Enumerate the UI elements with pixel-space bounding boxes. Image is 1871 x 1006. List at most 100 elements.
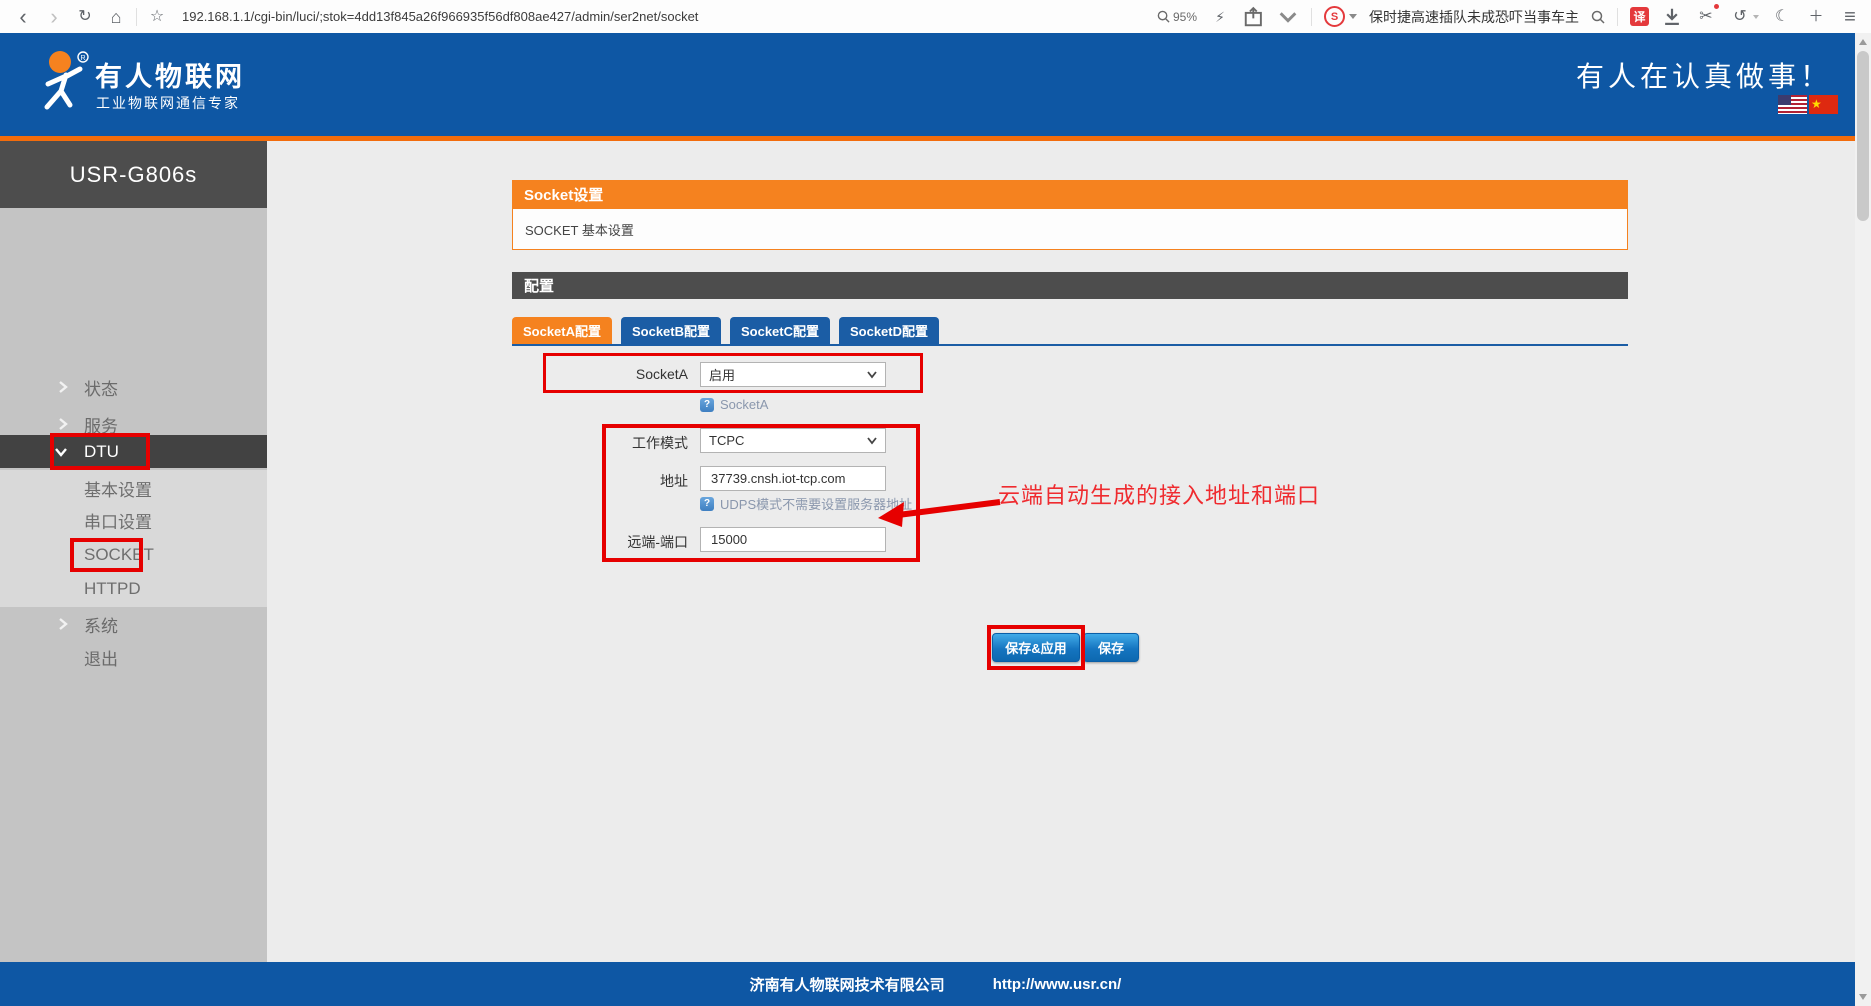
workmode-selected-value: TCPC xyxy=(709,433,744,448)
divider xyxy=(1311,8,1312,26)
site-header: R 有人物联网 工业物联网通信专家 有人在认真做事！ ★ xyxy=(0,33,1871,141)
divider xyxy=(136,8,137,26)
hint-text: UDPS模式不需要设置服务器地址 xyxy=(720,494,912,513)
brand-subtitle: 工业物联网通信专家 xyxy=(96,93,240,113)
search-engine-button[interactable]: S xyxy=(1324,6,1357,27)
page: ‹ › ↻ ⌂ ☆ 192.168.1.1/cgi-bin/luci/;stok… xyxy=(0,0,1871,1006)
browser-toolbar: ‹ › ↻ ⌂ ☆ 192.168.1.1/cgi-bin/luci/;stok… xyxy=(0,0,1871,34)
sidebar-item-label: 基本设置 xyxy=(84,476,152,501)
remote-port-label: 远端-端口 xyxy=(538,532,688,552)
undo-icon: ↺ xyxy=(1729,6,1751,28)
scrollbar-thumb[interactable] xyxy=(1857,51,1869,221)
workmode-label: 工作模式 xyxy=(538,433,688,453)
divider xyxy=(1617,8,1618,26)
panel-title-bar: Socket设置 xyxy=(512,180,1628,208)
tab-socket-b[interactable]: SocketB配置 xyxy=(621,317,721,344)
home-icon[interactable]: ⌂ xyxy=(105,6,127,28)
footer-site-link[interactable]: http://www.usr.cn/ xyxy=(993,976,1122,993)
flag-cn-icon[interactable]: ★ xyxy=(1809,95,1838,114)
clip-scissors-icon[interactable]: ✂ xyxy=(1695,6,1717,28)
sidebar-item-logout[interactable]: 退出 xyxy=(0,640,267,674)
save-apply-button[interactable]: 保存&应用 xyxy=(992,633,1080,662)
chevron-right-icon xyxy=(58,417,68,431)
zoom-level-label: 95% xyxy=(1173,10,1197,24)
sidebar-item-label: 状态 xyxy=(84,375,118,400)
hint-text: SocketA xyxy=(720,397,768,412)
tab-socket-c[interactable]: SocketC配置 xyxy=(730,317,830,344)
sidebar-item-status[interactable]: 状态 xyxy=(0,370,267,404)
sidebar-item-system[interactable]: 系统 xyxy=(0,607,267,641)
night-mode-icon[interactable]: ☾ xyxy=(1771,6,1793,28)
chevron-right-icon xyxy=(58,617,68,631)
flash-icon[interactable]: ⚡ xyxy=(1209,6,1231,28)
page-zoom-control[interactable]: 95% xyxy=(1157,10,1197,24)
socketa-selected-value: 启用 xyxy=(709,365,735,384)
address-input[interactable] xyxy=(709,470,877,487)
sidebar-item-label: SOCKET xyxy=(84,545,154,565)
scroll-down-icon[interactable] xyxy=(1859,994,1867,1000)
help-icon: ? xyxy=(700,398,714,412)
socketa-select[interactable]: 启用 xyxy=(700,362,886,387)
panel-subtitle: SOCKET 基本设置 xyxy=(525,220,634,239)
save-button[interactable]: 保存 xyxy=(1083,633,1139,662)
sidebar-item-basic-settings[interactable]: 基本设置 xyxy=(0,471,267,505)
svg-text:R: R xyxy=(80,55,85,62)
sidebar-item-label: 服务 xyxy=(84,412,118,437)
back-icon[interactable]: ‹ xyxy=(12,6,34,28)
download-icon[interactable] xyxy=(1661,6,1683,28)
sidebar-item-httpd[interactable]: HTTPD xyxy=(0,572,267,606)
device-name: USR-G806s xyxy=(0,141,267,208)
notification-dot xyxy=(1714,4,1719,9)
sidebar-item-serial-settings[interactable]: 串口设置 xyxy=(0,503,267,537)
sidebar-item-label: 系统 xyxy=(84,612,118,637)
remote-port-field-wrap xyxy=(700,527,886,552)
search-suggestion-text[interactable]: 保时捷高速插队未成恐吓当事车主 xyxy=(1369,7,1579,27)
sidebar-item-label: HTTPD xyxy=(84,579,141,599)
sidebar-item-socket[interactable]: SOCKET xyxy=(0,538,267,572)
sogou-icon: S xyxy=(1324,6,1345,27)
workmode-select[interactable]: TCPC xyxy=(700,428,886,453)
remote-port-input[interactable] xyxy=(709,531,877,548)
forward-icon[interactable]: › xyxy=(43,6,65,28)
translate-icon[interactable]: 译 xyxy=(1630,7,1649,26)
usr-logo-icon: R xyxy=(33,49,95,115)
tab-underline xyxy=(512,344,1628,346)
socketa-hint: ? SocketA xyxy=(700,397,768,412)
socket-tabs: SocketA配置 SocketB配置 SocketC配置 SocketD配置 xyxy=(512,317,939,344)
sidebar-item-label: 串口设置 xyxy=(84,508,152,533)
panel-subtitle-box: SOCKET 基本设置 xyxy=(512,208,1628,250)
section-title: 配置 xyxy=(524,275,554,296)
new-tab-icon[interactable]: ＋ xyxy=(1805,6,1827,28)
address-label: 地址 xyxy=(538,471,688,491)
language-switcher: ★ xyxy=(1778,95,1838,114)
flag-us-icon[interactable] xyxy=(1778,95,1807,114)
footer-company: 济南有人物联网技术有限公司 xyxy=(750,974,945,995)
sidebar-item-label: DTU xyxy=(84,442,119,462)
annotation-text: 云端自动生成的接入地址和端口 xyxy=(998,478,1320,510)
select-chevron-icon xyxy=(866,370,878,380)
bookmark-star-icon[interactable]: ☆ xyxy=(146,6,168,28)
tab-socket-a[interactable]: SocketA配置 xyxy=(512,317,612,344)
scroll-up-icon[interactable] xyxy=(1859,39,1867,45)
engine-dropdown-icon xyxy=(1349,14,1357,19)
socketa-label: SocketA xyxy=(538,366,688,382)
sidebar-item-dtu[interactable]: DTU xyxy=(0,435,267,468)
sidebar-item-label: 退出 xyxy=(84,645,118,670)
panel-title: Socket设置 xyxy=(524,184,603,205)
reload-icon[interactable]: ↻ xyxy=(74,6,96,28)
brand-title: 有人物联网 xyxy=(95,55,245,94)
address-bar-url[interactable]: 192.168.1.1/cgi-bin/luci/;stok=4dd13f845… xyxy=(182,9,698,24)
search-icon[interactable] xyxy=(1591,10,1605,24)
chevron-down-icon[interactable] xyxy=(1277,6,1299,28)
select-chevron-icon xyxy=(866,436,878,446)
page-scrollbar[interactable] xyxy=(1855,33,1871,1006)
tab-socket-d[interactable]: SocketD配置 xyxy=(839,317,939,344)
history-undo-button[interactable]: ↺ xyxy=(1729,6,1759,28)
sidebar-nav: USR-G806s 状态 服务 VPN 网络 防火墙 网口模式 DTU xyxy=(0,141,267,962)
undo-dropdown-icon xyxy=(1753,15,1759,19)
menu-icon[interactable]: ≡ xyxy=(1839,6,1861,28)
header-slogan: 有人在认真做事！ xyxy=(1576,55,1832,95)
page-footer: 济南有人物联网技术有限公司 http://www.usr.cn/ xyxy=(0,962,1871,1006)
section-title-bar: 配置 xyxy=(512,272,1628,299)
share-icon[interactable] xyxy=(1243,6,1265,28)
